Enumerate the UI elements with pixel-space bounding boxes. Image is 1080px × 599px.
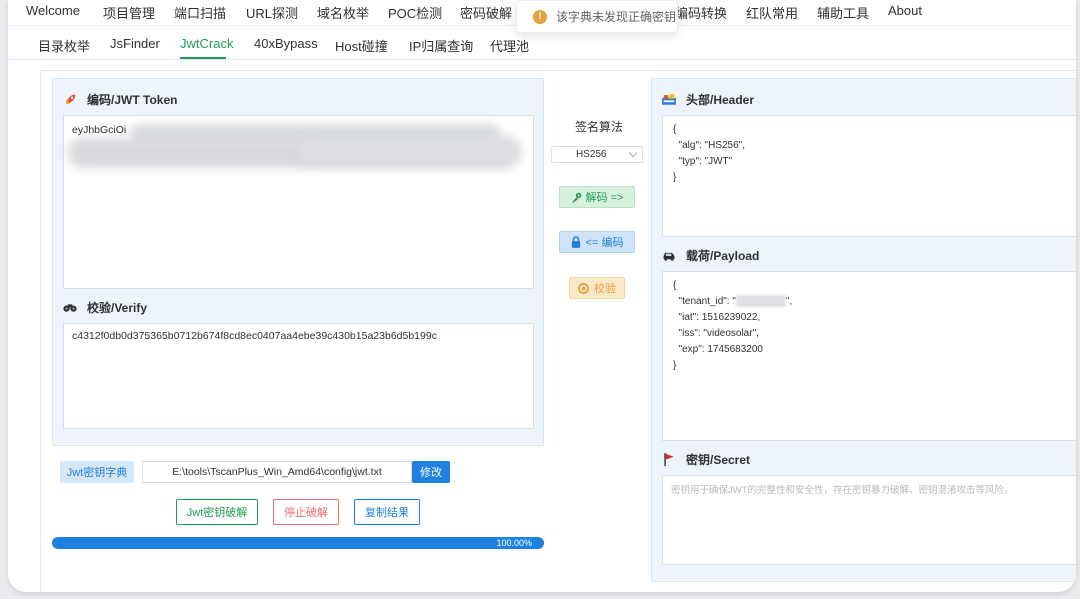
nav-project-management[interactable]: 项目管理: [103, 3, 155, 22]
tab-40xbypass[interactable]: 40xBypass: [254, 36, 318, 51]
tab-host-collision[interactable]: Host碰撞: [335, 36, 388, 55]
tab-jsfinder[interactable]: JsFinder: [110, 36, 160, 51]
tab-ip-lookup[interactable]: IP归属查询: [409, 36, 473, 55]
nav-domain-enum[interactable]: 域名枚举: [317, 3, 369, 22]
header-icon: [662, 94, 676, 106]
verify-signature-input[interactable]: c4312f0db0d375365b0712b674f8cd8ec0407aa4…: [63, 323, 534, 429]
decode-result-panel: 头部/Header { "alg": "HS256", "typ": "JWT"…: [651, 78, 1076, 582]
active-tab-indicator: [180, 57, 226, 59]
nav-poc-check[interactable]: POC检测: [388, 3, 442, 22]
redacted-value: [735, 295, 786, 308]
copy-result-button[interactable]: 复制结果: [354, 499, 420, 525]
key-icon: [571, 192, 582, 203]
secret-panel-title: 密钥/Secret: [662, 451, 750, 468]
sub-nav: 目录枚举 JsFinder JwtCrack 40xBypass Host碰撞 …: [8, 30, 1076, 60]
flag-icon: [662, 453, 676, 466]
target-icon: [578, 282, 589, 294]
nav-password-crack[interactable]: 密码破解: [460, 3, 512, 22]
verify-panel-title: 校验/Verify: [63, 299, 147, 316]
header-json-output[interactable]: { "alg": "HS256", "typ": "JWT"}: [662, 115, 1076, 237]
nav-red-team[interactable]: 红队常用: [746, 3, 798, 22]
nav-about[interactable]: About: [888, 3, 922, 18]
binoculars-icon: [63, 302, 77, 314]
dictionary-path-input[interactable]: E:\tools\TscanPlus_Win_Amd64\config\jwt.…: [142, 461, 412, 483]
lock-icon: [571, 236, 581, 248]
progress-label: 100.00%: [496, 538, 532, 548]
warning-icon: !: [533, 9, 547, 24]
tab-dir-enum[interactable]: 目录枚举: [38, 36, 90, 55]
verify-signature-text: c4312f0db0d375365b0712b674f8cd8ec0407aa4…: [72, 330, 437, 342]
payload-tenant-line: "tenant_id": " ",: [673, 295, 793, 308]
secret-input[interactable]: 密钥用于确保JWT的完整性和安全性，存在密钥暴力破解、密钥混淆攻击等风险。: [662, 475, 1076, 565]
jwt-dictionary-label[interactable]: Jwt密钥字典: [60, 461, 134, 483]
algorithm-selected: HS256: [576, 149, 607, 160]
token-panel-title: 编码/JWT Token: [63, 91, 177, 108]
algorithm-label: 签名算法: [575, 120, 624, 134]
nav-encoding[interactable]: 编码转换: [675, 3, 727, 22]
tab-proxy-pool[interactable]: 代理池: [490, 36, 529, 55]
jwt-token-input[interactable]: eyJhbGciOi: [63, 115, 534, 289]
toast-message: 该字典未发现正确密钥: [556, 10, 677, 24]
token-verify-panel: 编码/JWT Token eyJhbGciOi 校验/Verify c4312f…: [52, 78, 544, 446]
tab-jwtcrack[interactable]: JwtCrack: [180, 36, 233, 51]
nav-port-scan[interactable]: 端口扫描: [174, 3, 226, 22]
nav-aux-tools[interactable]: 辅助工具: [817, 3, 869, 22]
nav-url-probe[interactable]: URL探测: [246, 3, 298, 22]
crack-progress-bar: 100.00%: [52, 537, 544, 549]
encode-button[interactable]: <= 编码: [559, 231, 635, 253]
rocket-icon: [63, 94, 77, 106]
verify-button[interactable]: 校验: [569, 277, 625, 299]
header-panel-title: 头部/Header: [662, 91, 754, 108]
algorithm-select[interactable]: HS256: [551, 146, 643, 163]
decode-button[interactable]: 解码 =>: [559, 186, 635, 208]
stop-crack-button[interactable]: 停止破解: [273, 499, 339, 525]
app-window: Welcome 项目管理 端口扫描 URL探测 域名枚举 POC检测 密码破解 …: [8, 0, 1076, 592]
nav-welcome[interactable]: Welcome: [26, 3, 80, 18]
jwt-token-text: eyJhbGciOi: [72, 124, 127, 136]
payload-json-output[interactable]: { "tenant_id": " ", "iat": 1516239022, "i…: [662, 271, 1076, 441]
modify-dictionary-button[interactable]: 修改: [412, 461, 450, 483]
secret-placeholder: 密钥用于确保JWT的完整性和安全性，存在密钥暴力破解、密钥混淆攻击等风险。: [671, 485, 1014, 496]
car-icon: [662, 250, 676, 262]
chevron-down-icon: [628, 148, 638, 158]
warning-toast: ! 该字典未发现正确密钥: [516, 0, 678, 33]
payload-panel-title: 载荷/Payload: [662, 247, 759, 264]
start-crack-button[interactable]: Jwt密钥破解: [176, 499, 258, 525]
